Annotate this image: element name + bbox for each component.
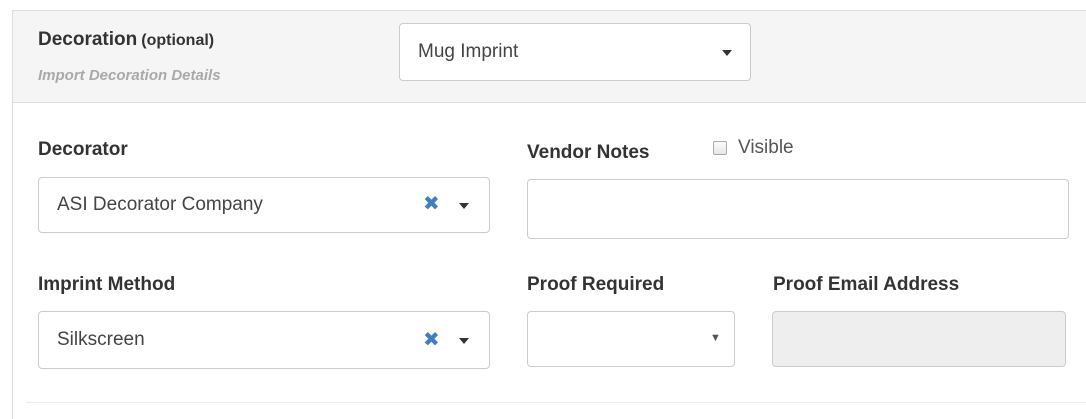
- caret-down-icon: [459, 338, 469, 344]
- vendor-notes-label: Vendor Notes: [527, 142, 650, 163]
- decoration-panel: Decoration (optional) Import Decoration D…: [12, 10, 1086, 419]
- proof-email-label: Proof Email Address: [773, 274, 960, 295]
- visible-checkbox-label: Visible: [738, 137, 794, 158]
- import-decoration-details-link[interactable]: Import Decoration Details: [38, 67, 221, 84]
- decoration-optional-tag: (optional): [141, 32, 215, 49]
- imprint-method-label: Imprint Method: [38, 274, 176, 295]
- decoration-title-text: Decoration: [38, 29, 138, 50]
- close-icon[interactable]: ✖: [423, 194, 440, 214]
- close-icon[interactable]: ✖: [423, 330, 440, 350]
- caret-down-icon: [459, 203, 469, 209]
- proof-required-select[interactable]: ▼: [527, 311, 735, 367]
- decoration-select[interactable]: Mug Imprint: [399, 23, 751, 81]
- decorator-select-value: ASI Decorator Company: [57, 194, 263, 215]
- decoration-title: Decoration (optional): [38, 29, 214, 51]
- section-divider: [26, 402, 1086, 403]
- caret-down-icon: [722, 50, 732, 56]
- visible-checkbox[interactable]: [713, 141, 727, 155]
- vendor-notes-input[interactable]: [527, 179, 1069, 239]
- imprint-method-select-value: Silkscreen: [57, 329, 145, 350]
- caret-down-icon: ▼: [710, 332, 721, 344]
- decorator-select[interactable]: ASI Decorator Company ✖: [38, 177, 490, 233]
- proof-required-label: Proof Required: [527, 274, 665, 295]
- proof-email-input: [772, 311, 1066, 367]
- decorator-label: Decorator: [38, 139, 128, 160]
- decoration-panel-header: Decoration (optional) Import Decoration D…: [13, 11, 1086, 103]
- imprint-method-select[interactable]: Silkscreen ✖: [38, 311, 490, 369]
- decoration-select-value: Mug Imprint: [418, 41, 519, 62]
